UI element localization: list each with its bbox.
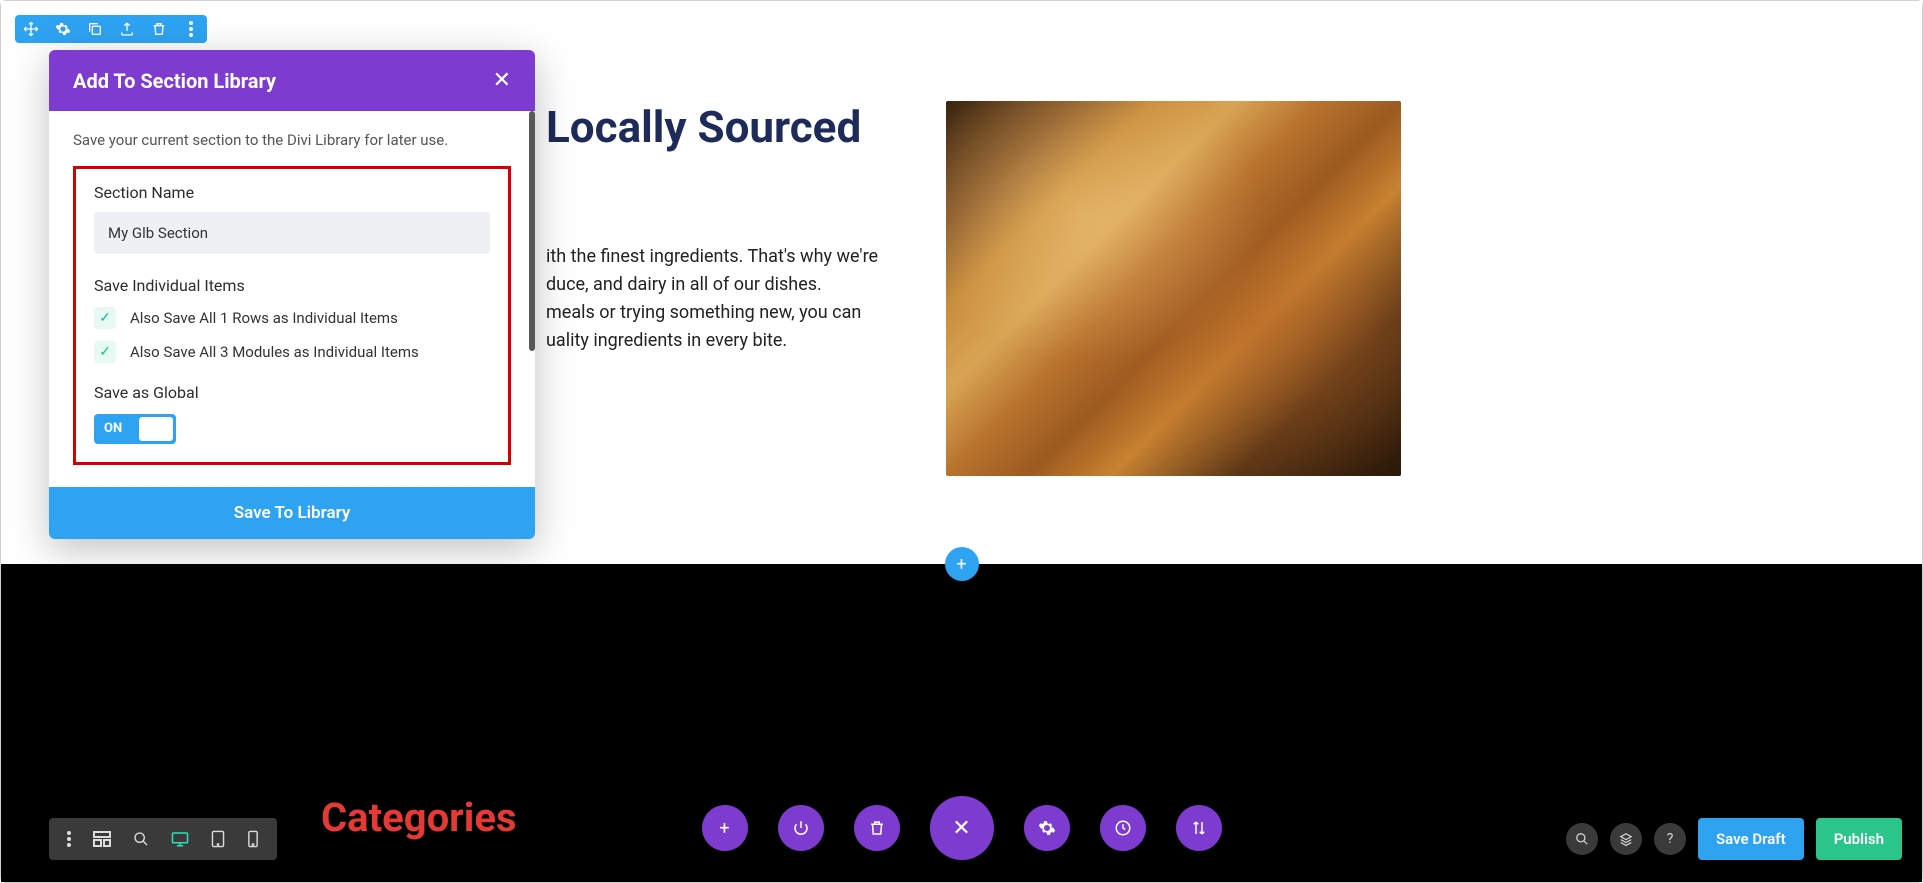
trash-icon[interactable] <box>854 805 900 851</box>
modal-header: Add To Section Library ✕ <box>49 50 535 111</box>
sort-icon[interactable] <box>1176 805 1222 851</box>
checkbox-row-rows: ✓ Also Save All 1 Rows as Individual Ite… <box>94 307 490 329</box>
move-icon[interactable] <box>21 19 41 39</box>
checkbox-row-modules: ✓ Also Save All 3 Modules as Individual … <box>94 341 490 363</box>
save-individual-label: Save Individual Items <box>94 276 490 295</box>
wireframe-icon[interactable] <box>93 831 111 847</box>
highlighted-form-area: Section Name Save Individual Items ✓ Als… <box>73 166 511 465</box>
more-icon[interactable] <box>67 831 71 847</box>
checkbox-modules-label: Also Save All 3 Modules as Individual It… <box>130 343 419 361</box>
hero-image <box>946 101 1401 476</box>
more-icon[interactable] <box>181 19 201 39</box>
search-icon[interactable] <box>1566 823 1598 855</box>
categories-heading: Categories <box>321 794 517 841</box>
tablet-icon[interactable] <box>211 830 225 848</box>
gear-icon[interactable] <box>1024 805 1070 851</box>
section-name-label: Section Name <box>94 183 490 202</box>
trash-icon[interactable] <box>149 19 169 39</box>
checkbox-rows-label: Also Save All 1 Rows as Individual Items <box>130 309 398 327</box>
builder-action-row: + ✕ <box>702 796 1222 860</box>
history-icon[interactable] <box>1100 805 1146 851</box>
desktop-icon[interactable] <box>171 831 189 847</box>
layers-icon[interactable] <box>1610 823 1642 855</box>
help-icon[interactable]: ? <box>1654 823 1686 855</box>
gear-icon[interactable] <box>53 19 73 39</box>
modal-body: Save your current section to the Divi Li… <box>49 111 535 487</box>
add-button[interactable]: + <box>702 805 748 851</box>
scrollbar[interactable] <box>529 111 535 351</box>
zoom-icon[interactable] <box>133 831 149 847</box>
hero-title: Locally Sourced <box>546 101 886 153</box>
toggle-knob <box>139 417 173 441</box>
modal-intro: Save your current section to the Divi Li… <box>73 129 511 152</box>
publish-button[interactable]: Publish <box>1816 818 1902 860</box>
toggle-state-label: ON <box>104 421 122 436</box>
duplicate-icon[interactable] <box>85 19 105 39</box>
hero-body: ith the finest ingredients. That's why w… <box>546 243 886 355</box>
right-action-bar: ? Save Draft Publish <box>1566 818 1902 860</box>
add-section-button[interactable]: + <box>945 547 979 581</box>
save-draft-button[interactable]: Save Draft <box>1698 818 1804 860</box>
power-icon[interactable] <box>778 805 824 851</box>
save-global-toggle[interactable]: ON <box>94 414 176 444</box>
save-global-label: Save as Global <box>94 383 490 402</box>
close-builder-button[interactable]: ✕ <box>930 796 994 860</box>
section-toolbar <box>15 15 207 43</box>
phone-icon[interactable] <box>247 830 259 848</box>
device-preview-bar <box>49 818 277 860</box>
modal-title: Add To Section Library <box>73 69 276 93</box>
save-library-icon[interactable] <box>117 19 137 39</box>
section-name-input[interactable] <box>94 212 490 254</box>
add-to-library-modal: Add To Section Library ✕ Save your curre… <box>49 50 535 539</box>
checkbox-modules[interactable]: ✓ <box>94 341 116 363</box>
close-icon[interactable]: ✕ <box>493 68 511 93</box>
checkbox-rows[interactable]: ✓ <box>94 307 116 329</box>
hero-text: Locally Sourced ith the finest ingredien… <box>546 101 886 476</box>
save-to-library-button[interactable]: Save To Library <box>49 487 535 539</box>
